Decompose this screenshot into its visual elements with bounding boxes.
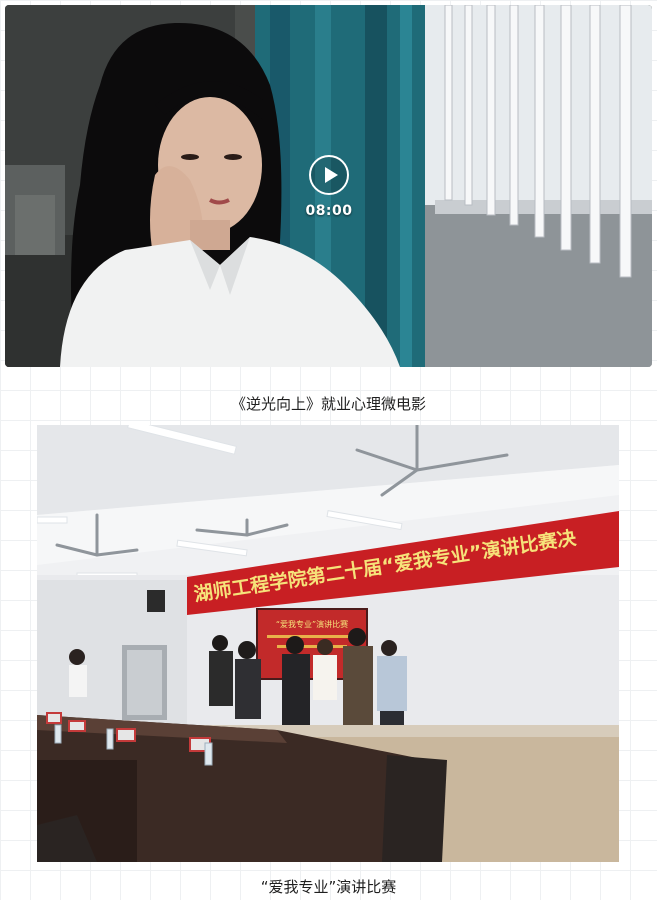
event-photo-image: 湖师工程学院第二十届“爱我专业”演讲比赛决 “爱我专业”演讲比赛 [37,425,619,862]
screen-text: “爱我专业”演讲比赛 [276,619,348,629]
play-button[interactable] [309,155,349,195]
event-photo: 湖师工程学院第二十届“爱我专业”演讲比赛决 “爱我专业”演讲比赛 [37,425,619,862]
video-player[interactable]: 08:00 [5,5,652,367]
video-caption: 《逆光向上》就业心理微电影 [230,395,426,413]
play-icon [324,167,338,183]
video-duration: 08:00 [305,203,353,219]
photo-caption: “爱我专业”演讲比赛 [260,878,397,896]
